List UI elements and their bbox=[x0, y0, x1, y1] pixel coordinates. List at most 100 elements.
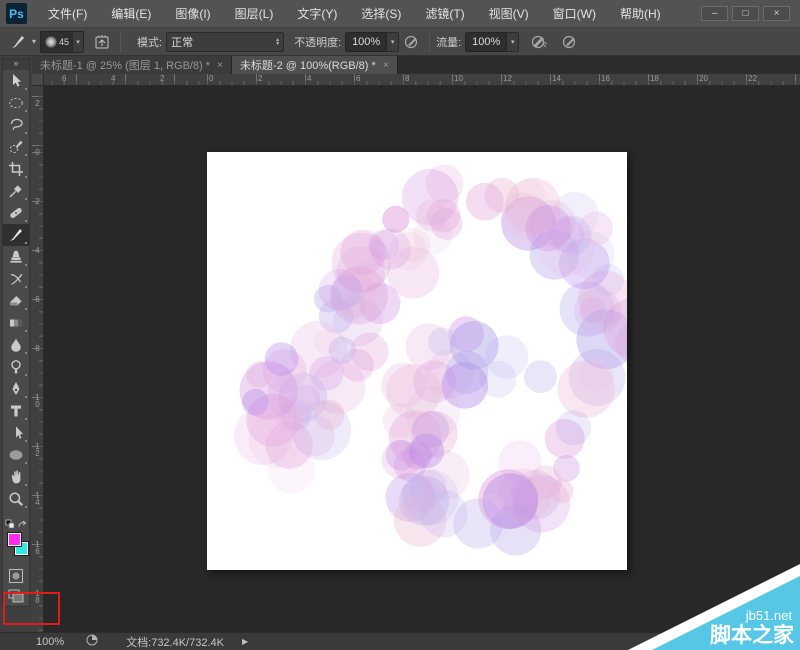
ruler-vertical: 2024681012141618 bbox=[32, 86, 44, 632]
photoshop-window: Ps 文件(F)编辑(E)图像(I)图层(L)文字(Y)选择(S)滤镜(T)视图… bbox=[0, 0, 800, 650]
ruler-label: 14 bbox=[33, 491, 42, 505]
menu-item-2[interactable]: 图像(I) bbox=[163, 0, 222, 27]
menu-item-3[interactable]: 图层(L) bbox=[223, 0, 286, 27]
pasteboard bbox=[44, 86, 800, 632]
eyedropper-tool[interactable] bbox=[3, 180, 29, 202]
foreground-color-swatch[interactable] bbox=[7, 532, 22, 547]
type-tool[interactable] bbox=[3, 400, 29, 422]
ruler-label: 20 bbox=[699, 74, 708, 83]
path-selection-tool[interactable] bbox=[3, 422, 29, 444]
healing-brush-tool[interactable] bbox=[3, 202, 29, 224]
quick-selection-tool-icon bbox=[7, 138, 25, 156]
crop-tool[interactable] bbox=[3, 158, 29, 180]
zoom-tool[interactable] bbox=[3, 488, 29, 510]
ruler-label: 10 bbox=[33, 393, 42, 407]
options-separator bbox=[120, 32, 121, 52]
tablet-pressure-size-icon[interactable] bbox=[557, 31, 581, 53]
window-controls: – □ × bbox=[701, 6, 790, 21]
opacity-label: 不透明度: bbox=[294, 34, 341, 50]
brush-preset-picker[interactable]: 45 ▾ bbox=[40, 31, 84, 53]
menu-item-8[interactable]: 窗口(W) bbox=[541, 0, 608, 27]
gradient-tool[interactable] bbox=[3, 312, 29, 334]
document-tab-1[interactable]: 未标题-2 @ 100%(RGB/8) * × bbox=[232, 56, 398, 74]
marquee-tool-icon bbox=[7, 94, 25, 112]
color-mini-controls bbox=[3, 518, 29, 530]
pen-tool-icon bbox=[7, 380, 25, 398]
menu-item-5[interactable]: 选择(S) bbox=[349, 0, 413, 27]
tab-close-icon[interactable]: × bbox=[383, 60, 389, 71]
clone-stamp-tool[interactable] bbox=[3, 246, 29, 268]
document-tab-0[interactable]: 未标题-1 @ 25% (图层 1, RGB/8) * × bbox=[32, 56, 232, 74]
tab-close-icon[interactable]: × bbox=[217, 60, 223, 71]
flow-caret-icon[interactable]: ▾ bbox=[507, 32, 519, 52]
brush-preset-caret-icon[interactable]: ▾ bbox=[72, 32, 83, 52]
healing-brush-tool-icon bbox=[7, 204, 25, 222]
menu-item-4[interactable]: 文字(Y) bbox=[285, 0, 349, 27]
document-size-info: 文档:732.4K/732.4K bbox=[126, 634, 224, 650]
blur-tool-icon bbox=[7, 336, 25, 354]
status-expand-arrow[interactable]: ▶ bbox=[242, 637, 248, 646]
menu-item-7[interactable]: 视图(V) bbox=[477, 0, 541, 27]
opacity-caret-icon[interactable]: ▾ bbox=[387, 32, 399, 52]
tablet-pressure-opacity-icon[interactable] bbox=[399, 31, 423, 53]
ruler-horizontal: 6420246810121416182022 bbox=[32, 74, 800, 86]
opacity-field[interactable]: 100% bbox=[345, 32, 387, 52]
ruler-label: 2 bbox=[33, 99, 42, 106]
ruler-label: 22 bbox=[748, 74, 757, 83]
type-tool-icon bbox=[7, 402, 25, 420]
default-colors-icon[interactable] bbox=[6, 520, 14, 528]
ruler-label: 2 bbox=[258, 74, 262, 83]
eraser-tool[interactable] bbox=[3, 290, 29, 312]
quick-selection-tool[interactable] bbox=[3, 136, 29, 158]
watermark: jb51.net 脚本之家 bbox=[620, 560, 800, 650]
move-tool[interactable] bbox=[3, 70, 29, 92]
menu-item-6[interactable]: 滤镜(T) bbox=[413, 0, 476, 27]
clone-stamp-tool-icon bbox=[7, 248, 25, 266]
ruler-label: 2 bbox=[160, 74, 164, 83]
blend-mode-select[interactable]: 正常 ▴▾ bbox=[166, 32, 284, 52]
canvas[interactable] bbox=[207, 152, 627, 570]
close-button[interactable]: × bbox=[763, 6, 790, 21]
shape-tool[interactable] bbox=[3, 444, 29, 466]
menu-item-9[interactable]: 帮助(H) bbox=[608, 0, 673, 27]
title-bar: Ps 文件(F)编辑(E)图像(I)图层(L)文字(Y)选择(S)滤镜(T)视图… bbox=[0, 0, 800, 28]
brush-tool-icon[interactable] bbox=[6, 31, 30, 53]
dodge-tool[interactable] bbox=[3, 356, 29, 378]
tool-panel: » bbox=[2, 58, 30, 607]
history-brush-tool-icon bbox=[7, 270, 25, 288]
dodge-tool-icon bbox=[7, 358, 25, 376]
ruler-label: 18 bbox=[650, 74, 659, 83]
menu-item-0[interactable]: 文件(F) bbox=[36, 0, 99, 27]
move-tool-icon bbox=[7, 72, 25, 90]
tab-label: 未标题-2 @ 100%(RGB/8) * bbox=[240, 57, 376, 73]
highlight-rectangle bbox=[3, 592, 60, 625]
flow-field[interactable]: 100% bbox=[465, 32, 507, 52]
tool-preset-caret-icon[interactable]: ▾ bbox=[32, 37, 36, 46]
watermark-site-text: jb51.net bbox=[745, 608, 793, 623]
ruler-label: 6 bbox=[33, 295, 42, 302]
maximize-button[interactable]: □ bbox=[732, 6, 759, 21]
quick-mask-button[interactable] bbox=[3, 566, 29, 586]
menu-item-1[interactable]: 编辑(E) bbox=[99, 0, 163, 27]
tab-label: 未标题-1 @ 25% (图层 1, RGB/8) * bbox=[40, 57, 210, 73]
minimize-button[interactable]: – bbox=[701, 6, 728, 21]
history-brush-tool[interactable] bbox=[3, 268, 29, 290]
pen-tool[interactable] bbox=[3, 378, 29, 400]
blur-tool[interactable] bbox=[3, 334, 29, 356]
ruler-label: 6 bbox=[62, 74, 66, 83]
brush-tool[interactable] bbox=[3, 224, 29, 246]
ruler-label: 10 bbox=[454, 74, 463, 83]
brush-size-value: 45 bbox=[59, 37, 69, 47]
lasso-tool[interactable] bbox=[3, 114, 29, 136]
ruler-label: 4 bbox=[33, 246, 42, 253]
document-tab-bar: 未标题-1 @ 25% (图层 1, RGB/8) *×未标题-2 @ 100%… bbox=[32, 56, 800, 74]
swap-colors-icon[interactable] bbox=[19, 521, 26, 527]
toggle-brush-panel-icon[interactable] bbox=[90, 31, 114, 53]
marquee-tool[interactable] bbox=[3, 92, 29, 114]
ruler-label: 0 bbox=[33, 148, 42, 155]
shape-tool-icon bbox=[7, 446, 25, 464]
panel-collapse-icon[interactable]: » bbox=[3, 59, 29, 70]
airbrush-icon[interactable] bbox=[527, 31, 551, 53]
zoom-level-field[interactable]: 100% bbox=[36, 636, 64, 648]
hand-tool[interactable] bbox=[3, 466, 29, 488]
